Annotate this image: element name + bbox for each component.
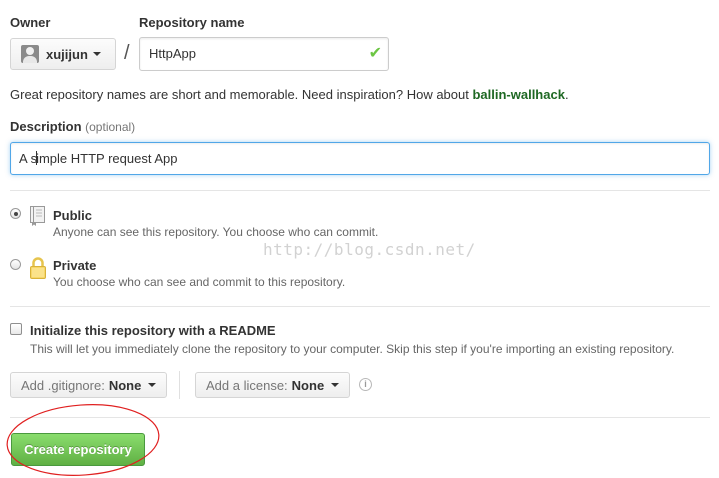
watermark: http://blog.csdn.net/ bbox=[263, 240, 476, 259]
gitignore-label: Add .gitignore: bbox=[21, 377, 105, 393]
avatar bbox=[21, 45, 39, 63]
owner-select[interactable]: xujijun bbox=[10, 38, 116, 70]
repo-name-label: Repository name bbox=[139, 15, 245, 30]
chevron-down-icon bbox=[92, 52, 101, 56]
public-radio[interactable] bbox=[10, 208, 21, 219]
public-title: Public bbox=[53, 208, 93, 223]
separator bbox=[179, 371, 180, 399]
repo-name-value: HttpApp bbox=[149, 46, 196, 61]
suggestion-link[interactable]: ballin-wallhack bbox=[472, 87, 564, 102]
private-subtitle: You choose who can see and commit to thi… bbox=[53, 275, 346, 289]
divider bbox=[10, 190, 710, 191]
gitignore-value: None bbox=[108, 377, 142, 393]
owner-name: xujijun bbox=[46, 46, 88, 62]
owner-label: Owner bbox=[10, 15, 51, 30]
gitignore-select[interactable]: Add .gitignore: None bbox=[10, 372, 168, 398]
description-label-text: Description bbox=[10, 119, 82, 134]
readme-title: Initialize this repository with a README bbox=[30, 323, 276, 338]
chevron-down-icon bbox=[148, 383, 157, 387]
book-icon bbox=[30, 206, 45, 226]
info-icon[interactable]: i bbox=[359, 378, 372, 391]
private-radio[interactable] bbox=[10, 259, 21, 270]
license-label: Add a license: bbox=[206, 377, 288, 393]
chevron-down-icon bbox=[331, 383, 340, 387]
license-select[interactable]: Add a license: None bbox=[195, 372, 351, 398]
divider bbox=[10, 306, 710, 307]
public-subtitle: Anyone can see this repository. You choo… bbox=[53, 225, 379, 239]
description-value-start: A s bbox=[19, 151, 38, 166]
private-title: Private bbox=[53, 258, 97, 273]
checkmark-icon: ✔ bbox=[368, 45, 382, 62]
annotation-circle bbox=[6, 404, 160, 476]
hint-end: . bbox=[564, 87, 569, 102]
description-value-end: imple HTTP request App bbox=[36, 151, 178, 166]
repo-name-hint: Great repository names are short and mem… bbox=[10, 87, 569, 102]
owner-repo-separator: / bbox=[124, 42, 130, 64]
lock-icon bbox=[30, 257, 46, 279]
license-value: None bbox=[291, 377, 325, 393]
repo-name-input[interactable]: HttpApp ✔ bbox=[139, 37, 389, 71]
optional-tag: (optional) bbox=[85, 120, 136, 134]
hint-text: Great repository names are short and mem… bbox=[10, 87, 473, 102]
description-input[interactable]: A simple HTTP request App bbox=[10, 142, 710, 175]
readme-checkbox[interactable] bbox=[10, 323, 22, 335]
description-label: Description (optional) bbox=[10, 119, 135, 134]
readme-subtitle: This will let you immediately clone the … bbox=[30, 342, 675, 356]
